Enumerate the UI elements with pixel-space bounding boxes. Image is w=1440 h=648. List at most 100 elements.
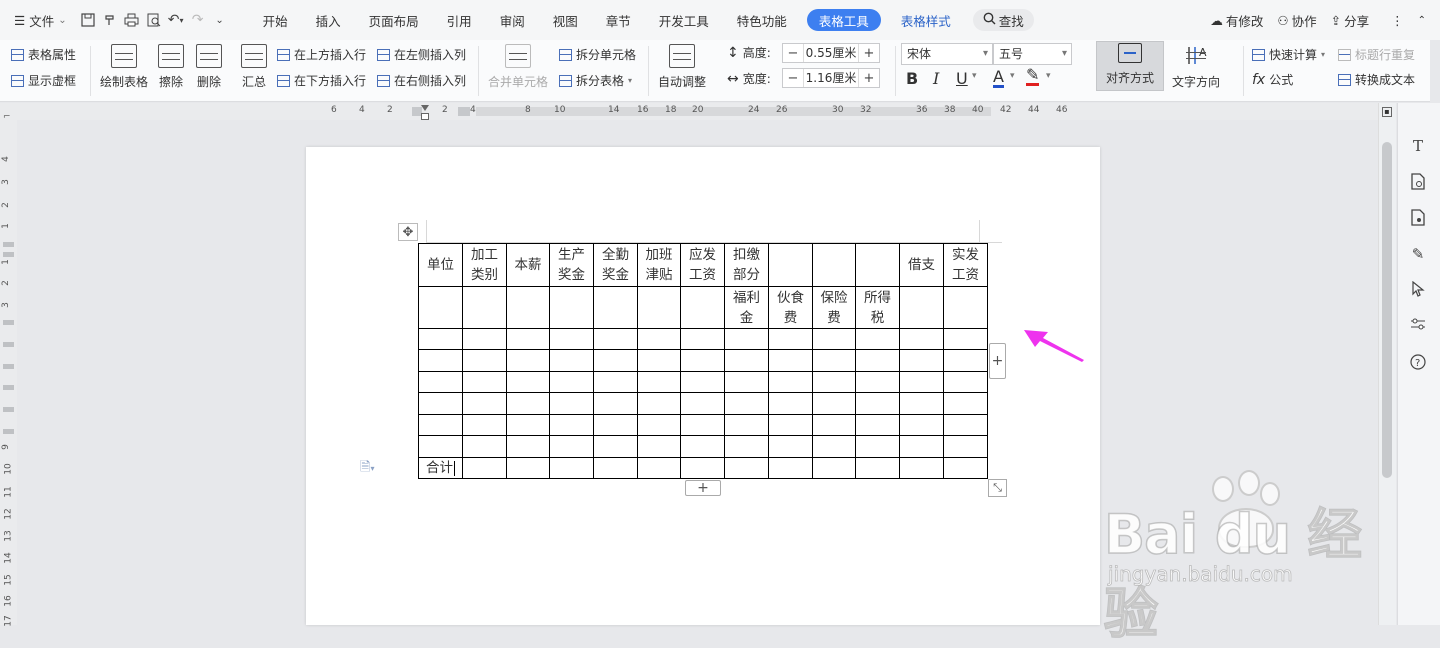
table-cell[interactable]: 加工 类别 — [462, 243, 507, 287]
insert-col-left-button[interactable]: 在左侧插入列 — [377, 46, 466, 63]
table-cell[interactable] — [812, 414, 856, 436]
height-stepper[interactable]: − 0.55厘米 + — [782, 43, 880, 63]
add-column-button[interactable]: + — [989, 343, 1006, 379]
table-cell[interactable]: 伙食费 — [768, 286, 813, 329]
width-increase-button[interactable]: + — [859, 71, 879, 86]
font-name-select[interactable]: 宋体 — [901, 43, 993, 65]
salary-table[interactable]: 单位 加工 类别 本薪 生产 奖金 全勤 奖金 加班 津贴 应发 工资 扣缴 部分 借支 实发 工资 福利金伙食费… — [418, 243, 988, 479]
table-cell[interactable] — [724, 371, 769, 393]
table-cell[interactable] — [549, 286, 594, 329]
tab-page-layout[interactable]: 页面布局 — [355, 0, 433, 40]
table-cell[interactable]: 单位 — [418, 243, 463, 287]
table-cell[interactable] — [506, 414, 550, 436]
split-cells-button[interactable]: 拆分单元格 — [559, 46, 636, 63]
table-cell[interactable] — [943, 349, 988, 372]
table-cell[interactable] — [724, 414, 769, 436]
highlight-icon[interactable]: ✎ — [1026, 67, 1040, 86]
modified-status-button[interactable]: ☁ 有修改 — [1210, 11, 1263, 30]
table-cell[interactable] — [768, 457, 813, 479]
table-cell[interactable] — [549, 371, 594, 393]
table-cell[interactable] — [943, 286, 988, 329]
redo-icon[interactable]: ↷ — [187, 9, 209, 31]
collapse-ribbon-icon[interactable]: ⌃ — [1418, 15, 1426, 26]
table-cell[interactable] — [418, 349, 463, 372]
table-cell[interactable] — [899, 435, 944, 458]
table-cell[interactable] — [418, 286, 463, 329]
table-cell[interactable] — [637, 457, 681, 479]
quick-calc-button[interactable]: 快速计算 ▾ — [1252, 46, 1325, 63]
undo-icon[interactable]: ↶ ▾ — [165, 9, 187, 31]
table-cell[interactable] — [899, 328, 944, 350]
table-cell[interactable] — [768, 349, 813, 372]
table-cell[interactable] — [943, 392, 988, 415]
horizontal-ruler[interactable]: 6 4 2 2 4 8 10 14 16 18 20 24 26 30 32 3… — [0, 103, 1378, 120]
table-properties-button[interactable]: 表格属性 — [11, 46, 76, 63]
insert-col-right-button[interactable]: 在右侧插入列 — [377, 72, 466, 89]
width-decrease-button[interactable]: − — [783, 71, 803, 86]
tab-home[interactable]: 开始 — [249, 0, 302, 40]
table-cell[interactable] — [680, 286, 725, 329]
table-cell[interactable] — [637, 286, 681, 329]
table-cell[interactable] — [462, 286, 507, 329]
table-cell[interactable] — [549, 349, 594, 372]
table-cell[interactable] — [462, 414, 507, 436]
table-cell[interactable] — [812, 435, 856, 458]
table-cell[interactable] — [418, 414, 463, 436]
table-cell[interactable] — [549, 414, 594, 436]
tab-developer[interactable]: 开发工具 — [645, 0, 723, 40]
collab-button[interactable]: ⚇ 协作 — [1277, 11, 1316, 30]
table-cell[interactable] — [855, 392, 900, 415]
table-cell[interactable] — [680, 328, 725, 350]
table-cell[interactable] — [593, 435, 638, 458]
table-resize-icon[interactable]: ⤡ — [988, 479, 1007, 497]
tab-references[interactable]: 引用 — [433, 0, 486, 40]
insert-row-above-button[interactable]: 在上方插入行 — [277, 46, 366, 63]
insert-row-below-button[interactable]: 在下方插入行 — [277, 72, 366, 89]
table-cell[interactable] — [418, 328, 463, 350]
table-cell[interactable] — [768, 435, 813, 458]
document-settings-icon[interactable] — [1408, 209, 1428, 230]
scroll-top-icon[interactable]: ▪ — [1382, 107, 1392, 117]
table-cell[interactable] — [462, 371, 507, 393]
table-cell[interactable] — [637, 349, 681, 372]
table-cell[interactable] — [418, 435, 463, 458]
show-gridlines-button[interactable]: 显示虚框 — [11, 72, 76, 89]
table-cell[interactable] — [462, 328, 507, 350]
height-value[interactable]: 0.55厘米 — [803, 44, 859, 62]
table-cell[interactable] — [506, 349, 550, 372]
table-cell[interactable] — [637, 435, 681, 458]
tab-features[interactable]: 特色功能 — [723, 0, 801, 40]
table-cell[interactable] — [724, 349, 769, 372]
table-cell[interactable] — [899, 371, 944, 393]
erase-button[interactable]: 擦除 — [158, 44, 184, 90]
delete-button[interactable]: 删除 — [196, 44, 222, 90]
table-cell[interactable]: 本薪 — [506, 243, 550, 287]
tab-review[interactable]: 审阅 — [486, 0, 539, 40]
table-cell[interactable] — [768, 371, 813, 393]
table-cell[interactable] — [943, 328, 988, 350]
table-move-handle-icon[interactable]: ✥ — [398, 223, 418, 241]
table-cell[interactable] — [812, 328, 856, 350]
width-value[interactable]: 1.16厘米 — [803, 69, 859, 87]
split-table-button[interactable]: 拆分表格 ▾ — [559, 72, 632, 89]
table-cell[interactable] — [812, 457, 856, 479]
table-cell[interactable] — [855, 414, 900, 436]
table-cell[interactable] — [549, 392, 594, 415]
table-cell[interactable] — [943, 435, 988, 458]
table-cell[interactable] — [506, 371, 550, 393]
table-cell[interactable]: 实发 工资 — [943, 243, 988, 287]
font-color-button[interactable]: A — [993, 69, 1004, 88]
table-cell[interactable] — [680, 457, 725, 479]
table-cell[interactable] — [768, 392, 813, 415]
table-cell[interactable]: 扣缴 部分 — [724, 243, 769, 287]
table-cell[interactable] — [637, 414, 681, 436]
table-cell[interactable] — [593, 328, 638, 350]
table-cell[interactable] — [593, 371, 638, 393]
cursor-icon[interactable] — [1408, 280, 1428, 301]
tab-table-style[interactable]: 表格样式 — [887, 0, 965, 40]
more-menu-icon[interactable]: ⋮ — [1391, 13, 1404, 28]
table-cell[interactable] — [593, 414, 638, 436]
table-cell[interactable] — [812, 371, 856, 393]
font-color-dropdown-icon[interactable]: ▾ — [1010, 71, 1015, 81]
bold-button[interactable]: B — [906, 69, 918, 88]
